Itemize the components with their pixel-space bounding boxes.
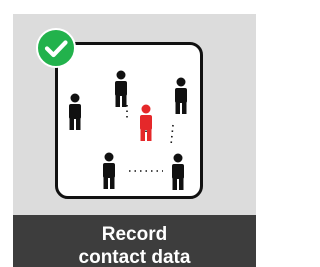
- check-circle-icon: [36, 28, 76, 68]
- person-icon: [115, 70, 127, 107]
- tile-label: Record contact data: [13, 223, 256, 267]
- person-icon: [175, 77, 187, 114]
- record-contact-data-tile[interactable]: Record contact data: [13, 14, 256, 267]
- person-icon: [69, 93, 81, 130]
- tile-label-line-1: Record: [101, 224, 168, 245]
- person-icon: [103, 152, 115, 189]
- red-person-icon: [140, 104, 152, 141]
- people-network-icon: [69, 70, 187, 190]
- person-icon: [172, 153, 184, 190]
- tile-label-line-2: contact data: [78, 247, 191, 267]
- tile-label-bar: Record contact data: [13, 215, 256, 267]
- contact-tracing-illustration: [55, 42, 203, 199]
